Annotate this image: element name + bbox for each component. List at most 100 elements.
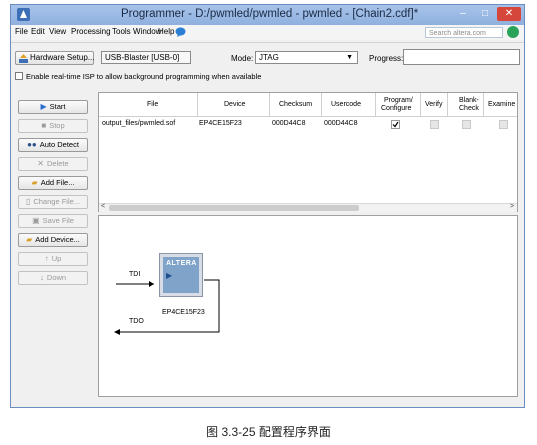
- window-title: Programmer - D:/pwmled/pwmled - pwmled -…: [121, 8, 419, 20]
- add-device-label: Add Device...: [35, 235, 80, 244]
- figure-caption: 图 3.3-25 配置程序界面: [206, 425, 331, 439]
- down-button[interactable]: ↓ Down: [18, 271, 88, 285]
- start-icon: ▶: [40, 102, 47, 111]
- column-divider: [375, 93, 376, 116]
- chip-device-label: EP4CE15F23: [162, 309, 205, 316]
- horizontal-scrollbar[interactable]: < >: [99, 203, 517, 212]
- row-usercode: 000D44C8: [324, 120, 358, 127]
- scroll-right-icon[interactable]: >: [510, 203, 514, 210]
- hardware-icon: [19, 54, 28, 63]
- scroll-left-icon[interactable]: <: [101, 203, 105, 210]
- fpga-chip[interactable]: ALTERA ▶: [159, 253, 203, 297]
- add-device-icon: ▰: [26, 235, 33, 244]
- column-divider: [447, 93, 448, 116]
- menu-processing[interactable]: Processing: [71, 27, 111, 36]
- header-program-line1: Program/: [384, 97, 413, 104]
- progress-bar: [403, 49, 520, 65]
- header-divider: [99, 116, 517, 117]
- binoculars-icon: ●●: [27, 140, 37, 149]
- auto-detect-label: Auto Detect: [39, 140, 79, 149]
- mode-select[interactable]: JTAG ▼: [255, 51, 358, 64]
- row-device: EP4CE15F23: [199, 120, 242, 127]
- chip-body: ALTERA ▶: [163, 257, 199, 293]
- stop-icon: ■: [41, 121, 47, 130]
- search-input[interactable]: Search altera.com: [425, 27, 503, 38]
- toolbar: Hardware Setup... USB-Blaster [USB-0] Mo…: [11, 42, 524, 88]
- up-label: Up: [51, 254, 62, 263]
- isp-label: Enable real-time ISP to allow background…: [26, 72, 262, 81]
- add-file-button[interactable]: ▰ Add File...: [18, 176, 88, 190]
- jtag-wires: [114, 279, 220, 335]
- programming-file-table: File Device Checksum Usercode Program/ C…: [98, 92, 518, 212]
- header-device: Device: [224, 101, 246, 108]
- up-arrow-icon: ↑: [44, 254, 49, 263]
- stop-button[interactable]: ■ Stop: [18, 119, 88, 133]
- menu-view[interactable]: View: [49, 27, 66, 36]
- mode-label: Mode:: [231, 54, 254, 63]
- header-usercode: Usercode: [331, 101, 361, 108]
- change-file-label: Change File...: [33, 197, 81, 206]
- progress-label: Progress:: [369, 54, 404, 63]
- menu-file[interactable]: File: [15, 27, 28, 36]
- altera-logo: ALTERA: [166, 260, 197, 267]
- chevron-down-icon: ▼: [346, 54, 353, 61]
- column-divider: [197, 93, 198, 116]
- start-button[interactable]: ▶ Start: [18, 100, 88, 114]
- header-blank-line2: Check: [459, 105, 479, 112]
- add-file-label: Add File...: [40, 178, 75, 187]
- delete-button[interactable]: ✕ Delete: [18, 157, 88, 171]
- menu-edit[interactable]: Edit: [31, 27, 45, 36]
- status-bar: [11, 399, 524, 407]
- scroll-thumb[interactable]: [109, 205, 359, 211]
- header-verify: Verify: [425, 101, 443, 108]
- stop-label: Stop: [49, 121, 65, 130]
- header-checksum: Checksum: [279, 101, 313, 108]
- programmer-app-icon: [17, 8, 30, 21]
- save-file-button[interactable]: ▣ Save File: [18, 214, 88, 228]
- header-examine: Examine: [488, 101, 516, 108]
- search-go-icon[interactable]: [507, 26, 519, 38]
- start-label: Start: [49, 102, 66, 111]
- header-blank-line1: Blank-: [459, 97, 479, 104]
- title-bar: Programmer - D:/pwmled/pwmled - pwmled -…: [11, 5, 524, 25]
- program-configure-checkbox[interactable]: [391, 120, 400, 129]
- examine-checkbox[interactable]: [499, 120, 508, 129]
- blank-check-checkbox[interactable]: [462, 120, 471, 129]
- change-file-icon: ▯: [25, 197, 31, 206]
- delete-label: Delete: [47, 159, 69, 168]
- isp-checkbox[interactable]: [15, 72, 23, 80]
- delete-icon: ✕: [37, 159, 44, 168]
- column-divider: [321, 93, 322, 116]
- down-label: Down: [46, 273, 67, 282]
- column-divider: [420, 93, 421, 116]
- jtag-chain-diagram: TDI ALTERA ▶ EP4CE15F23 TDO: [98, 215, 518, 397]
- menu-help[interactable]: Help: [158, 27, 174, 36]
- close-button[interactable]: ✕: [497, 7, 521, 21]
- save-file-icon: ▣: [32, 216, 40, 225]
- header-program-line2: Configure: [381, 105, 412, 112]
- menu-tools[interactable]: Tools: [112, 27, 131, 36]
- up-button[interactable]: ↑ Up: [18, 252, 88, 266]
- verify-checkbox[interactable]: [430, 120, 439, 129]
- mode-value: JTAG: [259, 53, 279, 62]
- hardware-field: USB-Blaster [USB-0]: [101, 51, 191, 64]
- programmer-window: Programmer - D:/pwmled/pwmled - pwmled -…: [10, 4, 525, 408]
- auto-detect-button[interactable]: ●● Auto Detect: [18, 138, 88, 152]
- chip-arrow-icon: ▶: [166, 271, 173, 280]
- column-divider: [269, 93, 270, 116]
- row-file: output_files/pwmled.sof: [102, 120, 176, 127]
- change-file-button[interactable]: ▯ Change File...: [18, 195, 88, 209]
- header-file: File: [147, 101, 159, 108]
- hardware-setup-label: Hardware Setup...: [30, 53, 95, 62]
- help-speech-icon[interactable]: [175, 27, 186, 37]
- down-arrow-icon: ↓: [39, 273, 44, 282]
- row-checksum: 000D44C8: [272, 120, 306, 127]
- add-device-button[interactable]: ▰ Add Device...: [18, 233, 88, 247]
- maximize-button[interactable]: □: [474, 7, 496, 21]
- side-button-panel: ▶ Start ■ Stop ●● Auto Detect ✕ Delete ▰ Add …: [11, 92, 93, 397]
- add-file-icon: ▰: [31, 178, 38, 187]
- minimize-button[interactable]: –: [452, 7, 474, 21]
- checkmark-icon: [392, 121, 399, 128]
- save-file-label: Save File: [42, 216, 74, 225]
- hardware-setup-button[interactable]: Hardware Setup...: [15, 51, 94, 65]
